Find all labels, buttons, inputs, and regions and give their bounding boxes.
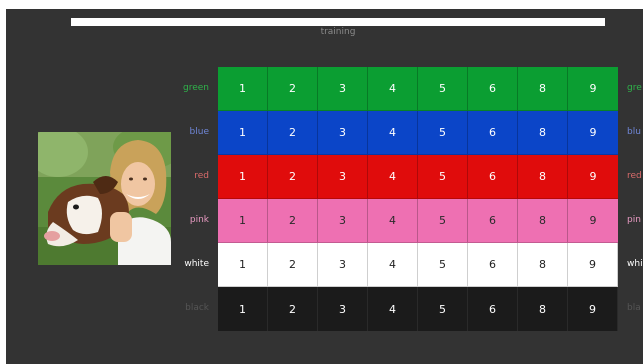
row-label-right-pink: pin [627,215,641,225]
grid-row-black: 12345689 [218,287,618,331]
red-cell-4[interactable]: 4 [368,155,418,199]
white-cell-3[interactable]: 3 [318,243,368,287]
photo-illustration [38,132,171,265]
pink-cell-5[interactable]: 5 [418,199,468,243]
black-cell-6[interactable]: 6 [468,287,518,331]
blue-cell-9[interactable]: 9 [568,111,618,155]
pink-cell-4[interactable]: 4 [368,199,418,243]
green-cell-6[interactable]: 6 [468,67,518,111]
black-cell-1[interactable]: 1 [218,287,268,331]
white-cell-2[interactable]: 2 [268,243,318,287]
green-cell-8[interactable]: 8 [518,67,568,111]
red-cell-9[interactable]: 9 [568,155,618,199]
red-cell-6[interactable]: 6 [468,155,518,199]
pink-cell-6[interactable]: 6 [468,199,518,243]
color-number-grid: 1234568912345689123456891234568912345689… [218,67,618,331]
green-cell-9[interactable]: 9 [568,67,618,111]
pink-cell-1[interactable]: 1 [218,199,268,243]
row-label-green: green [183,83,209,93]
white-cell-6[interactable]: 6 [468,243,518,287]
blue-cell-4[interactable]: 4 [368,111,418,155]
white-cell-8[interactable]: 8 [518,243,568,287]
blue-cell-5[interactable]: 5 [418,111,468,155]
black-cell-4[interactable]: 4 [368,287,418,331]
blue-cell-1[interactable]: 1 [218,111,268,155]
pink-cell-3[interactable]: 3 [318,199,368,243]
red-cell-1[interactable]: 1 [218,155,268,199]
grid-row-red: 12345689 [218,155,618,199]
black-cell-5[interactable]: 5 [418,287,468,331]
white-cell-4[interactable]: 4 [368,243,418,287]
row-label-right-blue: blu [627,127,641,137]
red-cell-8[interactable]: 8 [518,155,568,199]
green-cell-1[interactable]: 1 [218,67,268,111]
black-cell-2[interactable]: 2 [268,287,318,331]
green-cell-4[interactable]: 4 [368,67,418,111]
progress-bar-fill [71,18,605,26]
app-window: training green blue red pink white black… [0,0,643,364]
blue-cell-8[interactable]: 8 [518,111,568,155]
row-label-blue: blue [189,127,209,137]
blue-cell-2[interactable]: 2 [268,111,318,155]
green-cell-5[interactable]: 5 [418,67,468,111]
green-cell-2[interactable]: 2 [268,67,318,111]
red-cell-2[interactable]: 2 [268,155,318,199]
row-label-pink: pink [189,215,209,225]
woman-with-dog-photo [38,132,171,265]
progress-bar [71,18,605,26]
row-label-red: red [194,171,209,181]
mode-label: training [320,27,356,37]
pink-cell-9[interactable]: 9 [568,199,618,243]
white-cell-9[interactable]: 9 [568,243,618,287]
grid-row-blue: 12345689 [218,111,618,155]
red-cell-5[interactable]: 5 [418,155,468,199]
black-cell-8[interactable]: 8 [518,287,568,331]
grid-row-green: 12345689 [218,67,618,111]
white-cell-5[interactable]: 5 [418,243,468,287]
pink-cell-2[interactable]: 2 [268,199,318,243]
row-label-white: white [184,259,209,269]
row-label-black: black [185,303,209,313]
green-cell-3[interactable]: 3 [318,67,368,111]
task-screen: training green blue red pink white black… [6,9,643,364]
white-cell-1[interactable]: 1 [218,243,268,287]
red-cell-3[interactable]: 3 [318,155,368,199]
grid-row-white: 12345689 [218,243,618,287]
row-label-right-white: whi [627,259,643,269]
blue-cell-3[interactable]: 3 [318,111,368,155]
blue-cell-6[interactable]: 6 [468,111,518,155]
row-label-right-red: red [627,171,642,181]
grid-row-pink: 12345689 [218,199,618,243]
row-label-right-green: gre [627,83,642,93]
row-label-right-black: bla [627,303,641,313]
black-cell-9[interactable]: 9 [568,287,618,331]
pink-cell-8[interactable]: 8 [518,199,568,243]
black-cell-3[interactable]: 3 [318,287,368,331]
